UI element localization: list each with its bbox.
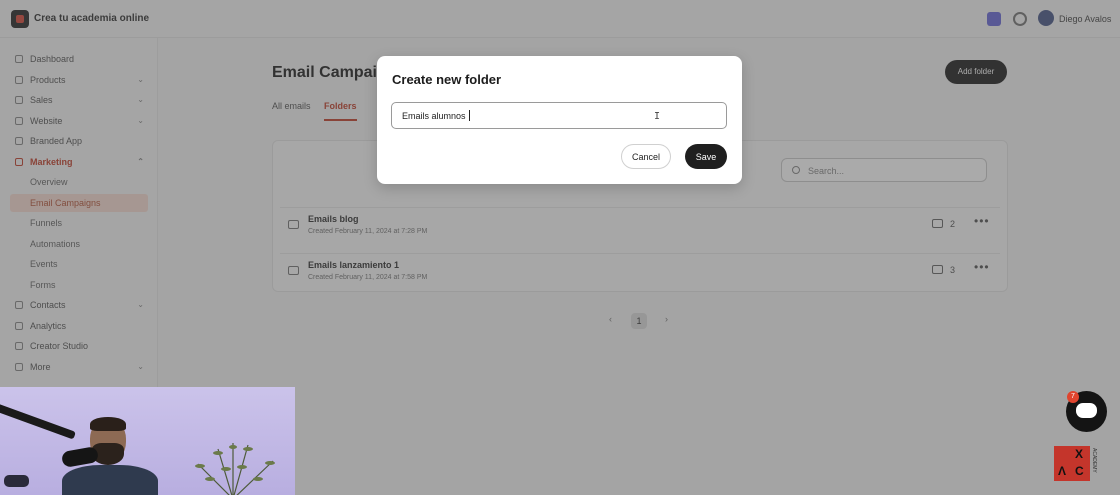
logo-side-text: ACADEMY bbox=[1091, 448, 1097, 473]
text-cursor-icon: I bbox=[654, 111, 661, 122]
logo-letter-c: C bbox=[1075, 464, 1084, 478]
microphone-arm bbox=[0, 401, 76, 440]
logo-letter-x: X bbox=[1075, 447, 1084, 461]
create-folder-dialog: Create new folder I Cancel Save bbox=[377, 56, 742, 184]
camera-control bbox=[4, 475, 29, 487]
person-body bbox=[62, 465, 158, 495]
text-caret bbox=[469, 110, 470, 121]
person-hair bbox=[90, 417, 126, 431]
logo-letter-a: Λ bbox=[1058, 464, 1067, 478]
save-button[interactable]: Save bbox=[685, 144, 727, 169]
plant-image bbox=[195, 443, 275, 495]
webcam-overlay bbox=[0, 387, 295, 495]
chat-bubble-icon bbox=[1076, 403, 1097, 418]
folder-name-input[interactable] bbox=[391, 102, 727, 129]
notification-badge: 7 bbox=[1067, 391, 1079, 403]
dialog-title: Create new folder bbox=[392, 72, 502, 87]
cancel-button[interactable]: Cancel bbox=[621, 144, 671, 169]
